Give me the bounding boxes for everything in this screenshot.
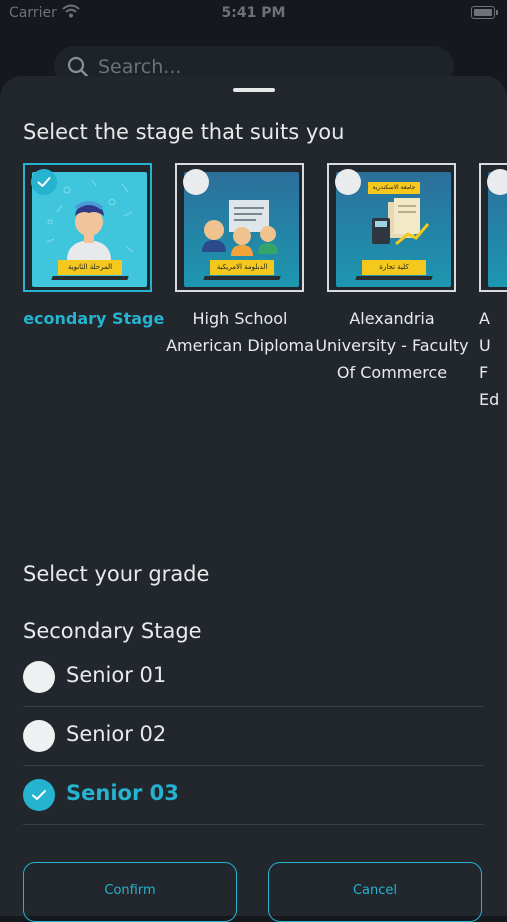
stage-label: Secondary Stage	[23, 309, 165, 328]
grade-option-senior-03[interactable]: Senior 03	[23, 766, 484, 825]
radio-unchecked-icon	[487, 169, 507, 195]
radio-unchecked-icon	[183, 169, 209, 195]
stage-section-title: Select the stage that suits you	[23, 120, 345, 144]
check-icon	[23, 779, 55, 811]
stage-label: High School American Diploma	[166, 309, 314, 355]
stage-thumbnail-caption: المرحلة الثانوية	[58, 260, 122, 275]
grade-section-subtitle: Secondary Stage	[23, 619, 202, 643]
drag-handle[interactable]	[233, 88, 275, 92]
grade-label: Senior 03	[66, 781, 179, 805]
grade-option-senior-02[interactable]: Senior 02	[23, 707, 484, 766]
stage-thumbnail-caption: كلية تجارة	[362, 260, 426, 275]
grade-label: Senior 01	[66, 663, 167, 687]
stage-label: Alexandria University - Faculty Of Comme…	[315, 309, 469, 382]
grade-option-senior-01[interactable]: Senior 01	[23, 648, 484, 707]
stage-label: A U F Ed	[479, 309, 500, 409]
stage-carousel[interactable]: المرحلة الثانوية Secondary Stage الدبلوم…	[23, 163, 507, 463]
grade-section-title: Select your grade	[23, 562, 210, 586]
battery-icon	[471, 6, 498, 19]
radio-unchecked-icon	[335, 169, 361, 195]
status-time: 5:41 PM	[221, 5, 286, 21]
radio-unchecked-icon	[23, 720, 55, 752]
confirm-button[interactable]: Confirm	[23, 862, 237, 922]
status-bar: Carrier 5:41 PM	[0, 0, 507, 28]
check-icon	[31, 169, 57, 195]
cancel-button-label: Cancel	[352, 883, 398, 898]
grade-label: Senior 02	[66, 722, 167, 746]
confirm-button-label: Confirm	[104, 883, 156, 898]
stage-selection-sheet: Select the stage that suits you المرحلة …	[0, 76, 507, 922]
university-header-badge: جامعة الاسكندرية	[368, 182, 420, 194]
cancel-button[interactable]: Cancel	[268, 862, 482, 922]
stage-thumbnail-caption: الدبلومة الامريكية	[210, 260, 274, 275]
radio-unchecked-icon	[23, 661, 55, 693]
